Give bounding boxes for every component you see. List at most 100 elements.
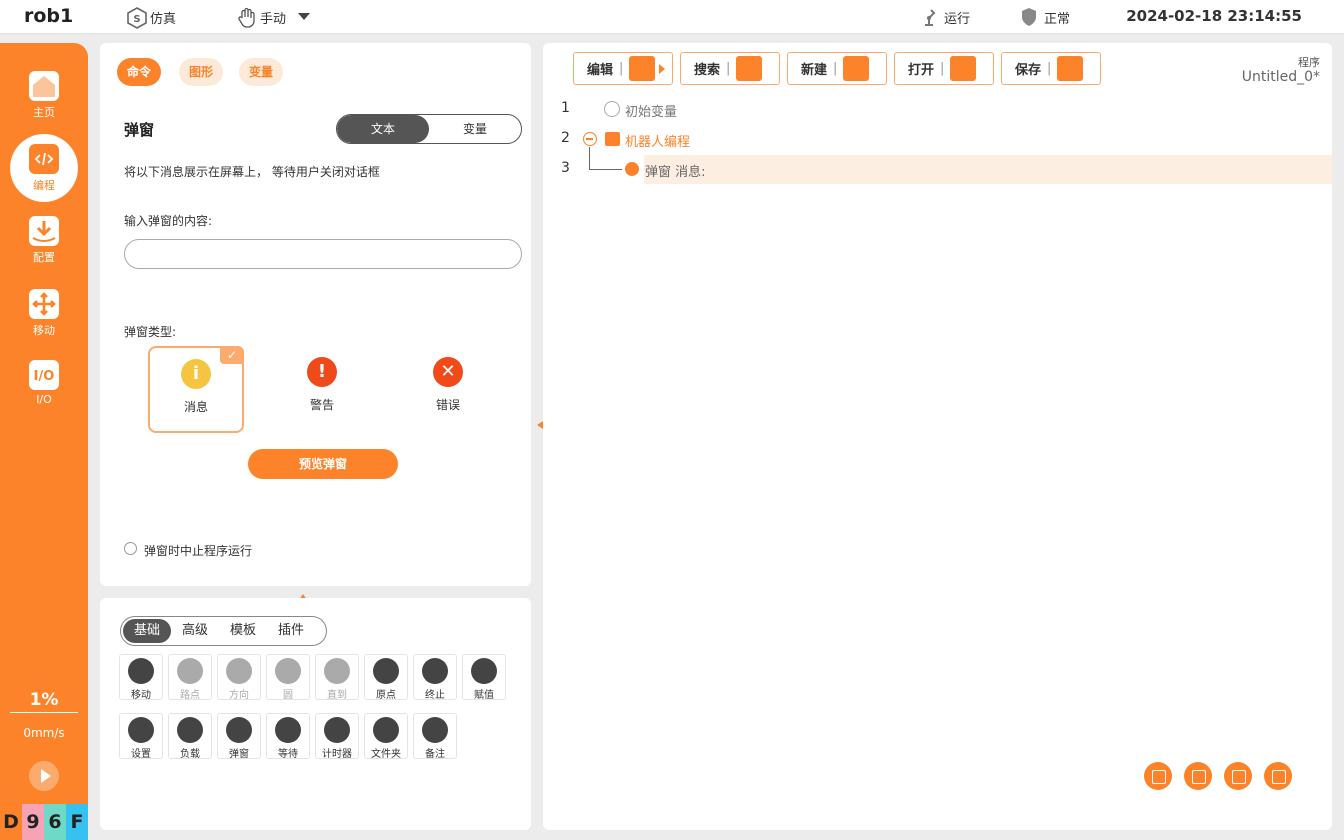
search-button[interactable]: 搜索 | <box>680 52 780 85</box>
sidebar-item-label: I/O <box>36 393 52 406</box>
sidebar-item-programming[interactable]: 编程 <box>0 134 88 202</box>
sidebar-item-label: 配置 <box>33 251 55 264</box>
tab-advanced[interactable]: 高级 <box>171 619 219 643</box>
error-icon: ✕ <box>433 357 463 387</box>
program-label: 程序 <box>1298 56 1320 69</box>
block-until[interactable]: 直到 <box>315 654 359 701</box>
line-number: 2 <box>561 130 570 146</box>
message-input[interactable] <box>124 239 522 269</box>
control-mode-dropdown[interactable]: 手动 <box>236 7 311 28</box>
preview-button[interactable]: 预览弹窗 <box>248 449 398 479</box>
toggle-text[interactable]: 文本 <box>337 115 429 143</box>
top-bar: rob1 S 仿真 手动 运行 正常 2024-02-18 23:14:55 <box>0 0 1344 34</box>
run-status-label: 运行 <box>944 11 971 27</box>
block-tabs: 基础 高级 模板 插件 <box>120 616 327 646</box>
payload-icon <box>177 717 203 743</box>
block-label: 圆 <box>283 690 293 701</box>
check-icon: ✓ <box>220 346 244 364</box>
block-set[interactable]: 设置 <box>119 713 163 760</box>
line-number: 1 <box>561 100 570 116</box>
block-timer[interactable]: 计时器 <box>315 713 359 760</box>
save-button[interactable]: 保存 | <box>1001 52 1101 85</box>
block-label: 方向 <box>229 690 249 701</box>
popup-icon <box>226 717 252 743</box>
type-error[interactable]: ✕ 错误 <box>400 346 496 433</box>
robot-arm-icon <box>920 7 940 27</box>
open-button[interactable]: 打开 | <box>894 52 994 85</box>
fit-screen-icon[interactable] <box>1224 762 1252 790</box>
chevron-down-icon <box>298 10 311 25</box>
controller-code: D 9 6 F <box>0 804 88 840</box>
block-payload[interactable]: 负载 <box>168 713 212 760</box>
block-halt[interactable]: 终止 <box>413 654 457 701</box>
tab-variables[interactable]: 变量 <box>239 58 284 86</box>
tree-connector <box>589 169 622 170</box>
program-line[interactable]: 弹窗 消息: <box>645 161 706 180</box>
block-circle[interactable]: 圆 <box>266 654 310 701</box>
block-wait[interactable]: 等待 <box>266 713 310 760</box>
collapse-minus-icon[interactable] <box>583 132 597 146</box>
download-icon <box>29 216 59 246</box>
code-icon <box>29 144 59 174</box>
play-small-icon <box>659 63 666 74</box>
new-label: 新建 <box>801 63 828 78</box>
panel-title: 弹窗 <box>124 121 155 139</box>
code-char: F <box>66 804 88 840</box>
tab-plugin[interactable]: 插件 <box>267 619 315 643</box>
tab-command[interactable]: 命令 <box>117 58 162 86</box>
io-icon: I/O <box>29 360 59 390</box>
svg-text:I/O: I/O <box>34 369 55 384</box>
program-name: Untitled_0* <box>1241 69 1320 85</box>
block-label: 路点 <box>180 690 200 701</box>
block-direction[interactable]: 方向 <box>217 654 261 701</box>
block-label: 负载 <box>180 749 200 760</box>
toggle-variable[interactable]: 变量 <box>429 115 521 143</box>
move-icon <box>29 289 59 319</box>
tab-template[interactable]: 模板 <box>219 619 267 643</box>
program-line[interactable]: 初始变量 <box>625 101 677 120</box>
until-icon <box>324 658 350 684</box>
block-popup[interactable]: 弹窗 <box>217 713 261 760</box>
warning-icon: ! <box>307 357 337 387</box>
block-label: 文件夹 <box>371 749 401 760</box>
block-label: 计时器 <box>322 749 352 760</box>
type-label: 错误 <box>435 398 460 412</box>
input-label: 输入弹窗的内容: <box>124 214 213 228</box>
gear-icon <box>128 717 154 743</box>
tab-basic[interactable]: 基础 <box>123 619 172 643</box>
type-warning[interactable]: ! 警告 <box>274 346 370 433</box>
play-button[interactable] <box>29 761 59 791</box>
simulation-mode[interactable]: S 仿真 <box>126 7 176 29</box>
new-file-icon <box>843 56 870 81</box>
new-button[interactable]: 新建 | <box>787 52 887 85</box>
program-line[interactable]: 机器人编程 <box>625 131 690 150</box>
block-assign[interactable]: 赋值 <box>462 654 506 701</box>
expand-horizontal-icon[interactable] <box>1144 762 1172 790</box>
terminal-icon[interactable] <box>1264 762 1292 790</box>
robot-name: rob1 <box>24 5 74 27</box>
block-comment[interactable]: 备注 <box>413 713 457 760</box>
block-folder[interactable]: 文件夹 <box>364 713 408 760</box>
edit-button[interactable]: 编辑 | <box>573 52 673 85</box>
type-label: 警告 <box>309 398 334 412</box>
control-mode-label: 手动 <box>260 11 287 27</box>
simulation-icon: S <box>126 7 147 29</box>
expand-vertical-icon[interactable] <box>1184 762 1212 790</box>
block-waypoint[interactable]: 路点 <box>168 654 212 701</box>
type-message[interactable]: ✓ i 消息 <box>148 346 244 433</box>
sidebar-item-io[interactable]: I/O I/O <box>0 352 88 418</box>
hand-icon <box>236 7 256 28</box>
origin-icon <box>373 658 399 684</box>
popup-icon <box>625 162 639 176</box>
sidebar-item-config[interactable]: 配置 <box>0 208 88 274</box>
sidebar-item-move[interactable]: 移动 <box>0 281 88 347</box>
move-block-icon <box>128 658 154 684</box>
tab-graphics[interactable]: 图形 <box>179 58 224 86</box>
block-move[interactable]: 移动 <box>119 654 163 701</box>
waypoint-icon <box>177 658 203 684</box>
stop-program-radio[interactable] <box>124 542 137 555</box>
type-label: 消息 <box>183 400 208 414</box>
speed-percent[interactable]: 1% <box>10 690 78 713</box>
block-home[interactable]: 原点 <box>364 654 408 701</box>
sidebar-item-home[interactable]: 主页 <box>0 63 88 129</box>
